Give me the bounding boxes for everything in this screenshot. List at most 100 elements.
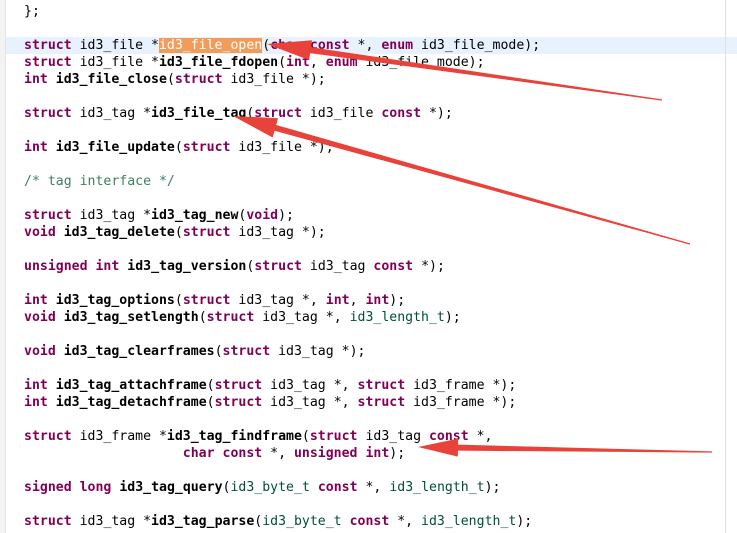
- code-token: (: [206, 378, 215, 393]
- code-token: struct: [214, 378, 263, 393]
- code-token: struct: [182, 293, 231, 308]
- code-token: *,: [468, 429, 493, 444]
- code-token: id3_file *);: [230, 140, 334, 155]
- code-token: int: [286, 55, 310, 70]
- code-line[interactable]: void id3_tag_setlength(struct id3_tag *,…: [24, 309, 461, 326]
- code-token: id3_file *);: [222, 72, 326, 87]
- code-token: void: [24, 310, 56, 325]
- code-token: int: [24, 72, 48, 87]
- code-token: struct: [214, 395, 263, 410]
- code-token: struct: [357, 395, 406, 410]
- code-token: *,: [389, 514, 422, 529]
- code-token: id3_tag_detachframe: [55, 395, 207, 410]
- code-line[interactable]: unsigned int id3_tag_version(struct id3_…: [24, 258, 445, 275]
- code-line[interactable]: struct id3_tag *id3_tag_parse(id3_byte_t…: [24, 513, 532, 530]
- code-token: *,: [262, 446, 294, 461]
- code-token: id3_tag_query: [119, 480, 223, 495]
- code-token: id3_tag *: [71, 106, 152, 121]
- code-token: signed: [24, 480, 72, 495]
- code-token: (: [174, 140, 183, 155]
- code-line[interactable]: struct id3_tag *id3_tag_new(void);: [24, 207, 294, 224]
- code-token: unsigned: [24, 259, 88, 274]
- code-token: id3_file_update: [55, 140, 175, 155]
- code-token: struct: [222, 344, 271, 359]
- code-token: id3_tag *,: [262, 395, 358, 410]
- code-token: *,: [357, 480, 390, 495]
- code-token: );: [444, 310, 461, 325]
- code-line[interactable]: struct id3_file *id3_file_fdopen(int, en…: [24, 54, 485, 71]
- code-line[interactable]: };: [24, 3, 40, 20]
- code-token: id3_tag: [357, 429, 429, 444]
- code-token: );: [389, 293, 406, 308]
- code-token: const: [317, 480, 358, 495]
- code-token: id3_file_mode);: [413, 38, 541, 53]
- code-token: void: [24, 344, 56, 359]
- code-token: struct: [254, 259, 302, 274]
- code-token: id3_tag: [301, 259, 374, 274]
- code-token: struct: [182, 225, 231, 240]
- code-token: id3_file *: [71, 38, 159, 53]
- code-token: id3_tag *,: [254, 310, 350, 325]
- code-token: int: [365, 446, 390, 461]
- code-line[interactable]: int id3_tag_attachframe(struct id3_tag *…: [24, 377, 516, 394]
- code-token: id3_byte_t: [262, 514, 342, 529]
- code-token: id3_tag *,: [230, 293, 326, 308]
- code-token: );: [278, 208, 294, 223]
- code-line[interactable]: void id3_tag_delete(struct id3_tag *);: [24, 224, 326, 241]
- code-line[interactable]: int id3_file_update(struct id3_file *);: [24, 139, 334, 156]
- code-token: /* tag interface */: [24, 174, 175, 189]
- code-token: struct: [206, 310, 255, 325]
- code-token: id3_file: [301, 106, 382, 121]
- selected-token: id3_file_open: [158, 38, 263, 53]
- code-token: id3_length_t: [421, 514, 517, 529]
- code-token: char: [182, 446, 215, 461]
- code-line[interactable]: char const *, unsigned int);: [24, 445, 405, 462]
- code-token: struct: [24, 106, 72, 121]
- code-editor[interactable]: }; struct id3_file *id3_file_open(char co…: [0, 0, 737, 533]
- code-token: struct: [24, 514, 72, 529]
- code-token: id3_frame *);: [405, 378, 517, 393]
- code-token: const: [222, 446, 263, 461]
- code-token: *,: [349, 38, 382, 53]
- code-token: id3_byte_t: [230, 480, 310, 495]
- code-token: int: [24, 293, 48, 308]
- code-token: const: [309, 38, 350, 53]
- code-token: int: [24, 378, 48, 393]
- code-token: struct: [182, 140, 231, 155]
- code-token: id3_tag_attachframe: [55, 378, 207, 393]
- code-token: id3_tag_clearframes: [63, 344, 215, 359]
- code-line[interactable]: int id3_tag_options(struct id3_tag *, in…: [24, 292, 405, 309]
- code-token: long: [79, 480, 112, 495]
- code-token: const: [428, 429, 469, 444]
- code-token: id3_file_close: [55, 72, 167, 87]
- code-line[interactable]: /* tag interface */: [24, 173, 175, 190]
- code-token: id3_length_t: [349, 310, 445, 325]
- code-token: struct: [24, 208, 72, 223]
- code-token: int: [95, 259, 120, 274]
- code-line[interactable]: void id3_tag_clearframes(struct id3_tag …: [24, 343, 365, 360]
- code-token: id3_frame *: [71, 429, 167, 444]
- code-token: id3_tag_delete: [63, 225, 175, 240]
- code-line[interactable]: signed long id3_tag_query(id3_byte_t con…: [24, 479, 500, 496]
- code-line[interactable]: struct id3_frame *id3_tag_findframe(stru…: [24, 428, 493, 445]
- code-line[interactable]: struct id3_file *id3_file_open(char cons…: [24, 37, 540, 54]
- code-token: id3_tag *: [71, 208, 152, 223]
- code-token: id3_tag *);: [270, 344, 366, 359]
- code-line[interactable]: int id3_file_close(struct id3_file *);: [24, 71, 326, 88]
- code-line[interactable]: struct id3_tag *id3_file_tag(struct id3_…: [24, 105, 453, 122]
- code-token: );: [389, 446, 406, 461]
- code-line[interactable]: int id3_tag_detachframe(struct id3_tag *…: [24, 394, 516, 411]
- code-token: id3_tag_new: [151, 208, 239, 223]
- code-token: id3_tag_findframe: [166, 429, 302, 444]
- code-token: struct: [309, 429, 358, 444]
